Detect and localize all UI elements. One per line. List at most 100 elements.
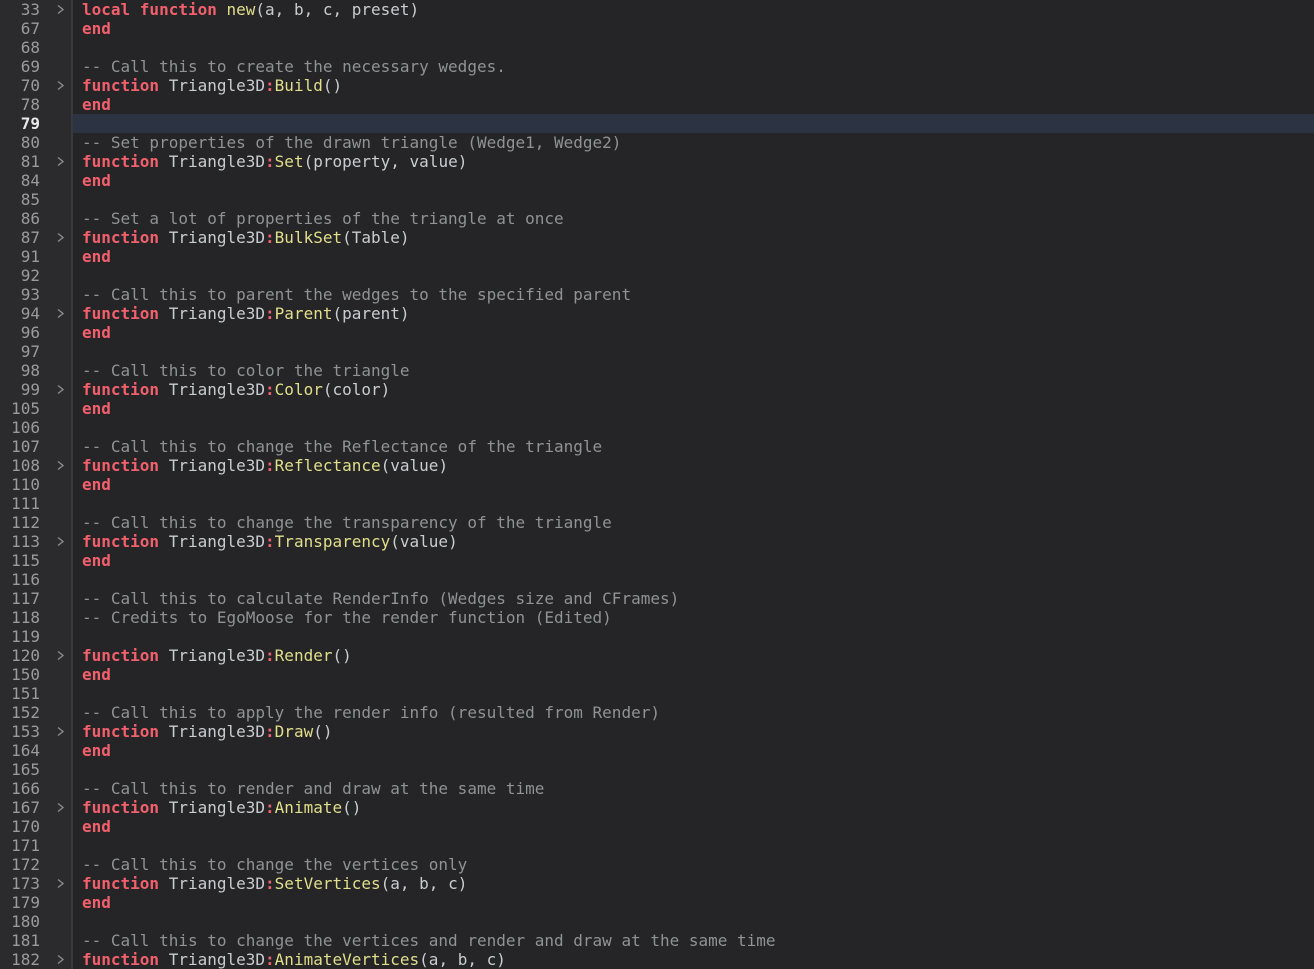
code-content[interactable]: -- Call this to calculate RenderInfo (We… (73, 589, 1314, 608)
code-content[interactable] (73, 570, 1314, 589)
code-content[interactable]: -- Call this to parent the wedges to the… (73, 285, 1314, 304)
code-content[interactable]: -- Set a lot of properties of the triang… (73, 209, 1314, 228)
code-content[interactable] (73, 418, 1314, 437)
code-content[interactable] (73, 342, 1314, 361)
code-content[interactable]: -- Call this to create the necessary wed… (73, 57, 1314, 76)
fold-chevron-right-icon[interactable] (40, 456, 71, 475)
code-line[interactable]: 68 (0, 38, 1314, 57)
code-line[interactable]: 150 end (0, 665, 1314, 684)
code-content[interactable] (73, 627, 1314, 646)
fold-chevron-right-icon[interactable] (40, 646, 71, 665)
fold-chevron-right-icon[interactable] (40, 532, 71, 551)
code-line[interactable]: 87 function Triangle3D:BulkSet(Table) (0, 228, 1314, 247)
code-content[interactable]: function Triangle3D:Build() (73, 76, 1314, 95)
code-line[interactable]: 107 -- Call this to change the Reflectanc… (0, 437, 1314, 456)
code-line[interactable]: 116 (0, 570, 1314, 589)
code-line[interactable]: 69 -- Call this to create the necessary w… (0, 57, 1314, 76)
code-content[interactable]: function Triangle3D:Set(property, value) (73, 152, 1314, 171)
code-content[interactable]: function Triangle3D:Color(color) (73, 380, 1314, 399)
code-line[interactable]: 118 -- Credits to EgoMoose for the render… (0, 608, 1314, 627)
code-line[interactable]: 92 (0, 266, 1314, 285)
code-line[interactable]: 170 end (0, 817, 1314, 836)
code-content[interactable]: end (73, 323, 1314, 342)
code-content[interactable]: end (73, 475, 1314, 494)
code-content[interactable]: end (73, 665, 1314, 684)
code-line[interactable]: 86 -- Set a lot of properties of the tria… (0, 209, 1314, 228)
code-content[interactable] (73, 912, 1314, 931)
code-line[interactable]: 182 function Triangle3D:AnimateVertices(a… (0, 950, 1314, 969)
code-content[interactable]: -- Call this to change the transparency … (73, 513, 1314, 532)
code-content[interactable]: local function new(a, b, c, preset) (73, 0, 1314, 19)
code-line[interactable]: 85 (0, 190, 1314, 209)
code-content[interactable]: function Triangle3D:SetVertices(a, b, c) (73, 874, 1314, 893)
code-content[interactable]: -- Set properties of the drawn triangle … (73, 133, 1314, 152)
code-content[interactable]: -- Call this to change the vertices only (73, 855, 1314, 874)
code-line[interactable]: 119 (0, 627, 1314, 646)
code-content[interactable] (73, 190, 1314, 209)
code-line[interactable]: 172 -- Call this to change the vertices o… (0, 855, 1314, 874)
code-line[interactable]: 106 (0, 418, 1314, 437)
code-line[interactable]: 78 end (0, 95, 1314, 114)
code-line[interactable]: 84 end (0, 171, 1314, 190)
code-content[interactable]: end (73, 247, 1314, 266)
code-line[interactable]: 98 -- Call this to color the triangle (0, 361, 1314, 380)
code-line[interactable]: 112 -- Call this to change the transparen… (0, 513, 1314, 532)
fold-chevron-right-icon[interactable] (40, 152, 71, 171)
code-content[interactable]: function Triangle3D:Transparency(value) (73, 532, 1314, 551)
code-content[interactable]: -- Call this to apply the render info (r… (73, 703, 1314, 722)
code-line[interactable]: 167 function Triangle3D:Animate() (0, 798, 1314, 817)
code-line[interactable]: 111 (0, 494, 1314, 513)
code-content[interactable]: end (73, 399, 1314, 418)
code-line[interactable]: 117 -- Call this to calculate RenderInfo … (0, 589, 1314, 608)
fold-chevron-right-icon[interactable] (40, 304, 71, 323)
code-line[interactable]: 33 local function new(a, b, c, preset) (0, 0, 1314, 19)
code-line[interactable]: 171 (0, 836, 1314, 855)
code-line[interactable]: 105 end (0, 399, 1314, 418)
fold-chevron-right-icon[interactable] (40, 798, 71, 817)
code-content[interactable]: -- Call this to change the vertices and … (73, 931, 1314, 950)
fold-chevron-right-icon[interactable] (40, 874, 71, 893)
code-line[interactable]: 179 end (0, 893, 1314, 912)
code-line[interactable]: 96 end (0, 323, 1314, 342)
code-line[interactable]: 108 function Triangle3D:Reflectance(value… (0, 456, 1314, 475)
code-content[interactable]: function Triangle3D:Render() (73, 646, 1314, 665)
code-line[interactable]: 153 function Triangle3D:Draw() (0, 722, 1314, 741)
code-content[interactable]: -- Credits to EgoMoose for the render fu… (73, 608, 1314, 627)
code-content[interactable]: function Triangle3D:Reflectance(value) (73, 456, 1314, 475)
code-line[interactable]: 151 (0, 684, 1314, 703)
code-content[interactable] (73, 760, 1314, 779)
code-line[interactable]: 94 function Triangle3D:Parent(parent) (0, 304, 1314, 323)
code-content[interactable]: -- Call this to change the Reflectance o… (73, 437, 1314, 456)
code-line[interactable]: 152 -- Call this to apply the render info… (0, 703, 1314, 722)
fold-chevron-right-icon[interactable] (40, 380, 71, 399)
code-line[interactable]: 110 end (0, 475, 1314, 494)
fold-chevron-right-icon[interactable] (40, 228, 71, 247)
code-line[interactable]: 70 function Triangle3D:Build() (0, 76, 1314, 95)
fold-chevron-right-icon[interactable] (40, 950, 71, 969)
fold-chevron-right-icon[interactable] (40, 0, 71, 19)
code-content[interactable] (73, 836, 1314, 855)
code-line[interactable]: 97 (0, 342, 1314, 361)
code-content[interactable] (73, 684, 1314, 703)
code-content[interactable]: end (73, 171, 1314, 190)
code-content[interactable] (73, 38, 1314, 57)
code-line[interactable]: 120 function Triangle3D:Render() (0, 646, 1314, 665)
code-content[interactable]: end (73, 817, 1314, 836)
fold-chevron-right-icon[interactable] (40, 76, 71, 95)
code-line[interactable]: 91 end (0, 247, 1314, 266)
code-line[interactable]: 165 (0, 760, 1314, 779)
code-line[interactable]: 115 end (0, 551, 1314, 570)
code-content[interactable]: end (73, 95, 1314, 114)
fold-chevron-right-icon[interactable] (40, 722, 71, 741)
code-line[interactable]: 173 function Triangle3D:SetVertices(a, b,… (0, 874, 1314, 893)
code-line[interactable]: 166 -- Call this to render and draw at th… (0, 779, 1314, 798)
code-line[interactable]: 67 end (0, 19, 1314, 38)
code-line[interactable]: 180 (0, 912, 1314, 931)
code-content[interactable]: -- Call this to render and draw at the s… (73, 779, 1314, 798)
code-content[interactable] (73, 494, 1314, 513)
code-line[interactable]: 181 -- Call this to change the vertices a… (0, 931, 1314, 950)
code-content[interactable]: end (73, 893, 1314, 912)
code-content[interactable]: end (73, 551, 1314, 570)
code-content[interactable]: -- Call this to color the triangle (73, 361, 1314, 380)
code-line[interactable]: 164 end (0, 741, 1314, 760)
